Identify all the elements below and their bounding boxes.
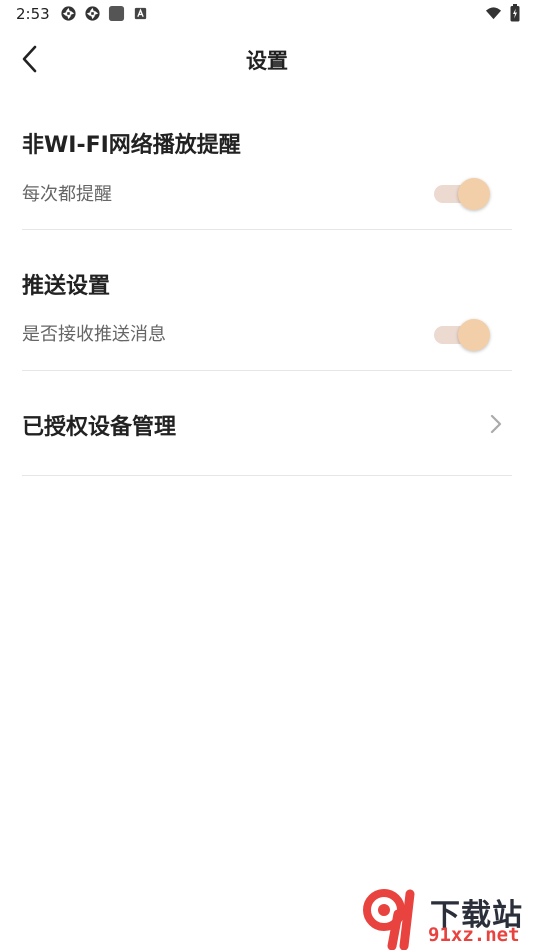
setting-push-subtitle: 是否接收推送消息 [22,324,166,345]
battery-icon [510,4,520,22]
setting-authorized-devices[interactable]: 已授权设备管理 [22,371,512,476]
watermark-url: 91xz.net [428,924,520,946]
status-icons-left [60,5,149,22]
setting-wifi-reminder: 非WI-FI网络播放提醒 每次都提醒 [22,112,512,230]
watermark: 下载站 91xz.net [362,888,534,950]
setting-push: 推送设置 是否接收推送消息 [22,230,512,371]
watermark-logo-icon [363,889,415,950]
chevron-right-icon [490,414,502,434]
square-icon [108,5,125,22]
wifi-reminder-toggle[interactable] [432,177,490,210]
a-badge-icon [134,7,147,20]
toggle-knob [458,319,490,351]
setting-wifi-reminder-subtitle: 每次都提醒 [22,184,112,205]
setting-authorized-devices-title: 已授权设备管理 [22,415,177,440]
toggle-knob [458,178,490,210]
settings-screen: 2:53 设置 非WI-FI网络播放提醒 每次都提醒 推送设置 是否接收推送消息… [0,0,534,950]
push-toggle[interactable] [432,318,490,351]
status-time: 2:53 [16,5,50,23]
wifi-icon [485,6,502,19]
app-icon-1 [61,6,76,21]
page-title: 设置 [246,49,288,73]
setting-wifi-reminder-title: 非WI-FI网络播放提醒 [22,133,241,158]
app-icon-2 [85,6,100,21]
header: 设置 [0,36,534,82]
setting-push-title: 推送设置 [22,274,111,299]
status-icons-right [485,4,520,22]
status-bar: 2:53 [0,0,534,28]
